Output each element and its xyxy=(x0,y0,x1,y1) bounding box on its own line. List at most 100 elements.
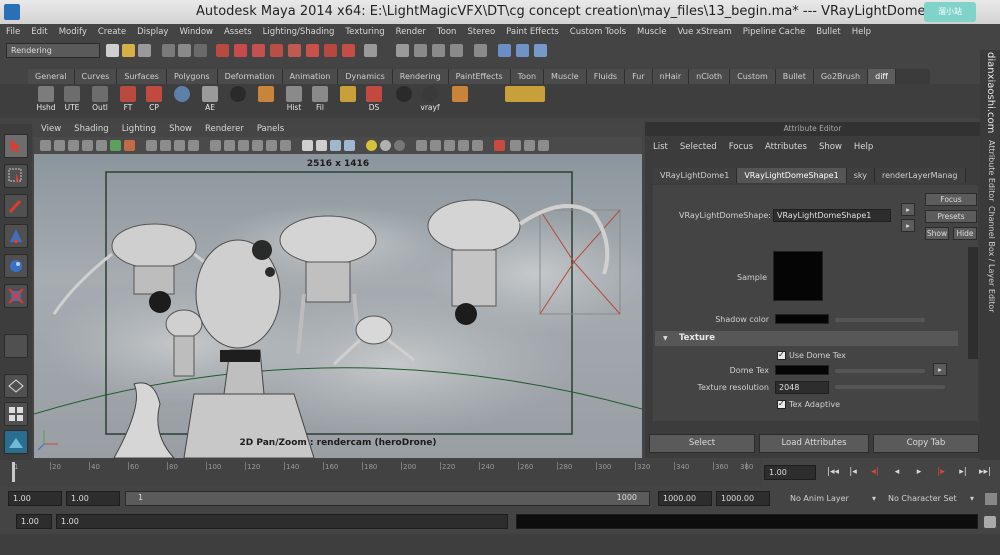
xray-cube-icon[interactable] xyxy=(330,140,341,151)
menu-bullet[interactable]: Bullet xyxy=(816,27,841,37)
xray-joints-icon[interactable] xyxy=(344,140,355,151)
vp-menu-lighting[interactable]: Lighting xyxy=(122,122,156,137)
mask-misc-icon[interactable] xyxy=(342,44,355,57)
mask-dynamics-icon[interactable] xyxy=(306,44,319,57)
ae-menu-attributes[interactable]: Attributes xyxy=(765,140,807,154)
select-button[interactable]: Select xyxy=(649,434,755,453)
shelf-tab-bullet[interactable]: Bullet xyxy=(775,69,814,84)
shelf-tab-go2brush[interactable]: Go2Brush xyxy=(813,69,869,84)
shelf-tab-polygons[interactable]: Polygons xyxy=(166,69,218,84)
shaded-sphere-icon[interactable] xyxy=(380,140,391,151)
layout-four-pane[interactable] xyxy=(4,402,28,426)
current-frame-marker[interactable] xyxy=(12,462,15,482)
move-tool[interactable] xyxy=(4,224,28,248)
shelf-tab-general[interactable]: General xyxy=(28,69,75,84)
shelf-freeze-transform-button[interactable]: FT xyxy=(116,86,140,116)
image-plane-icon[interactable] xyxy=(82,140,93,151)
shelf-tab-painteffects[interactable]: PaintEffects xyxy=(448,69,511,84)
go-to-start-button[interactable]: |◂◂ xyxy=(826,466,840,478)
presets-button[interactable]: Presets xyxy=(925,210,977,223)
load-attributes-button[interactable]: Load Attributes xyxy=(759,434,869,453)
show-button[interactable]: Show xyxy=(925,227,949,240)
vp-menu-panels[interactable]: Panels xyxy=(257,122,284,137)
ae-tab-vraylightdomeshape[interactable]: VRayLightDomeShape1 xyxy=(737,168,847,183)
wire-on-shaded-icon[interactable] xyxy=(238,140,249,151)
paint-select-tool[interactable] xyxy=(4,194,28,218)
character-set-arrow-icon[interactable]: ▾ xyxy=(970,491,974,506)
menu-paint-effects[interactable]: Paint Effects xyxy=(506,27,559,37)
safe-title-icon[interactable] xyxy=(188,140,199,151)
shelf-hypershade-button[interactable]: Hshd xyxy=(34,86,58,116)
select-camera-icon[interactable] xyxy=(40,140,51,151)
time-slider[interactable]: 1 20 40 60 80 100 120 140 160 180 200 22… xyxy=(0,460,762,486)
menu-vue-xstream[interactable]: Vue xStream xyxy=(677,27,731,37)
step-back-frame-button[interactable]: |◂ xyxy=(846,466,860,478)
wireframe-icon[interactable] xyxy=(210,140,221,151)
select-hierarchy-icon[interactable] xyxy=(162,44,175,57)
select-tool[interactable] xyxy=(4,134,28,158)
shadows-icon[interactable] xyxy=(280,140,291,151)
shelf-tile-button[interactable] xyxy=(336,86,360,116)
ae-menu-list[interactable]: List xyxy=(653,140,668,154)
script-editor-icon[interactable] xyxy=(984,516,996,528)
shelf-history-button[interactable]: Hist xyxy=(282,86,306,116)
shelf-teapot-button[interactable] xyxy=(226,86,250,116)
resolution-gate-icon[interactable] xyxy=(124,140,135,151)
shelf-tab-curves[interactable]: Curves xyxy=(74,69,118,84)
menu-custom-tools[interactable]: Custom Tools xyxy=(570,27,626,37)
vp-menu-renderer[interactable]: Renderer xyxy=(205,122,244,137)
menu-pipeline-cache[interactable]: Pipeline Cache xyxy=(743,27,805,37)
mask-deformers-icon[interactable] xyxy=(288,44,301,57)
isolate-cube-icon[interactable] xyxy=(316,140,327,151)
panel-toggle-icon[interactable] xyxy=(538,140,549,151)
menu-create[interactable]: Create xyxy=(98,27,126,37)
shelf-tab-surfaces[interactable]: Surfaces xyxy=(117,69,167,84)
shelf-render-grid-button[interactable] xyxy=(254,86,278,116)
viewport-scene[interactable]: 2516 x 1416 2D Pan/Zoom : rendercam (her… xyxy=(34,154,642,458)
shelf-vray-fb-button[interactable]: vrayf xyxy=(418,86,442,116)
ae-menu-show[interactable]: Show xyxy=(819,140,842,154)
snap-curve-icon[interactable] xyxy=(414,44,427,57)
layout-persp-pane[interactable] xyxy=(4,430,28,454)
step-back-key-button[interactable]: ◂| xyxy=(868,466,882,478)
shelf-filter-button[interactable]: Fil xyxy=(308,86,332,116)
dome-tex-map-button[interactable]: ▸ xyxy=(933,363,947,376)
shelf-materials-button[interactable] xyxy=(500,86,550,116)
dome-tex-slider[interactable] xyxy=(835,369,925,373)
anim-layer-arrow-icon[interactable]: ▾ xyxy=(872,491,876,506)
aa-icon[interactable] xyxy=(458,140,469,151)
sample-swatch[interactable] xyxy=(773,251,823,301)
smooth-shade-icon[interactable] xyxy=(224,140,235,151)
go-to-end-button[interactable]: ▸▸| xyxy=(978,466,992,478)
menu-modify[interactable]: Modify xyxy=(59,27,87,37)
menu-window[interactable]: Window xyxy=(179,27,213,37)
render-settings-icon[interactable] xyxy=(534,44,547,57)
select-component-icon[interactable] xyxy=(194,44,207,57)
start-time-field[interactable]: 1.00 xyxy=(8,491,62,506)
safe-action-icon[interactable] xyxy=(174,140,185,151)
film-gate-icon[interactable] xyxy=(110,140,121,151)
hq-render-icon[interactable] xyxy=(416,140,427,151)
ae-tab-sky[interactable]: sky xyxy=(846,168,875,183)
anim-layer-dropdown[interactable]: No Anim Layer xyxy=(790,491,849,506)
channel-box-side-tab[interactable]: Channel Box / Layer Editor xyxy=(987,206,996,313)
range-bar[interactable]: 1 1000 xyxy=(125,491,650,506)
shelf-tab-nhair[interactable]: nHair xyxy=(652,69,690,84)
shelf-center-pivot-button[interactable]: CP xyxy=(142,86,166,116)
render-frame-icon[interactable] xyxy=(498,44,511,57)
anim-prefs-icon[interactable] xyxy=(985,493,997,505)
menu-set-dropdown[interactable]: Rendering xyxy=(6,43,100,58)
last-tool[interactable] xyxy=(4,334,28,358)
bookmark-icon[interactable] xyxy=(68,140,79,151)
textured-icon[interactable] xyxy=(252,140,263,151)
frame-all-icon[interactable] xyxy=(510,140,521,151)
shelf-tab-muscle[interactable]: Muscle xyxy=(544,69,587,84)
scale-tool[interactable] xyxy=(4,284,28,308)
save-scene-icon[interactable] xyxy=(138,44,151,57)
vp-menu-shading[interactable]: Shading xyxy=(74,122,109,137)
shelf-tab-deformation[interactable]: Deformation xyxy=(217,69,283,84)
mask-rendering-icon[interactable] xyxy=(324,44,337,57)
new-scene-icon[interactable] xyxy=(106,44,119,57)
menu-muscle[interactable]: Muscle xyxy=(637,27,666,37)
playback-end-field[interactable]: 1000.00 xyxy=(658,491,712,506)
